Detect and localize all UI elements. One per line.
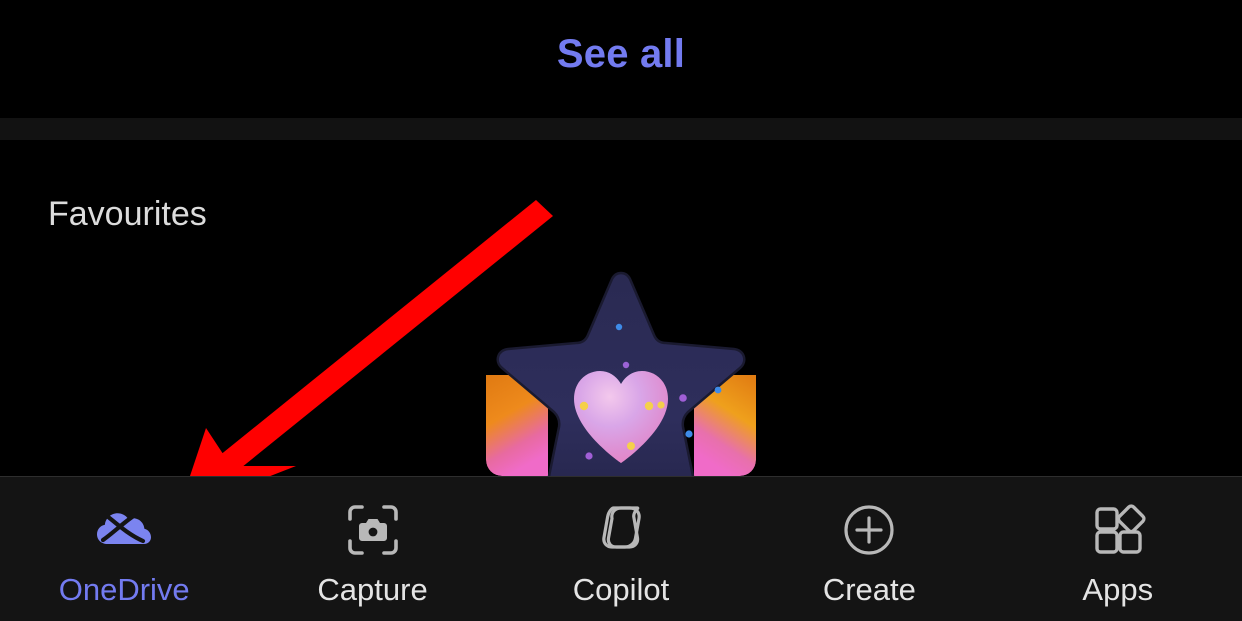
favourites-heading: Favourites [48,195,207,233]
camera-scan-icon [342,499,404,561]
copilot-ribbon-icon [590,499,652,561]
nav-item-create[interactable]: Create [745,477,993,621]
apps-grid-icon [1087,499,1149,561]
bottom-navigation-bar: OneDrive Capture Copilot Create Apps [0,476,1242,621]
plus-circle-icon [838,499,900,561]
onedrive-cloud-icon [93,499,155,561]
nav-label-apps: Apps [1082,572,1154,607]
section-divider [0,118,1242,140]
app-screen: See all Favourites OneDrive Capture Copi… [0,0,1242,621]
favourite-thumbnail-card[interactable] [486,271,756,476]
nav-label-onedrive: OneDrive [58,572,190,607]
favourites-section: Favourites [0,140,1242,476]
see-all-link[interactable]: See all [0,29,1242,79]
nav-item-onedrive[interactable]: OneDrive [0,477,248,621]
nav-label-create: Create [822,572,916,607]
see-all-row: See all [0,0,1242,118]
nav-label-capture: Capture [317,572,428,607]
nav-item-copilot[interactable]: Copilot [497,477,745,621]
nav-label-copilot: Copilot [572,572,670,607]
nav-item-capture[interactable]: Capture [249,477,497,621]
star-heart-thumbnail [486,271,756,476]
nav-item-apps[interactable]: Apps [994,477,1242,621]
